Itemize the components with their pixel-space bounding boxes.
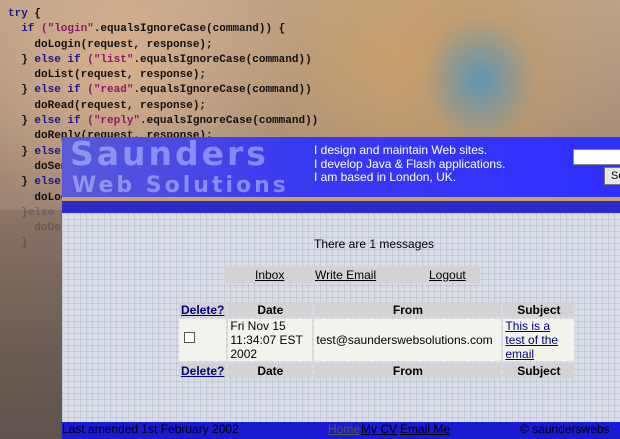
- tagline-line: I develop Java & Flash applications.: [314, 156, 506, 171]
- table-row: Fri Nov 15 11:34:07 EST 2002 test@saunde…: [179, 319, 575, 361]
- logo-subtitle: Web Solutions: [72, 173, 289, 198]
- date-line: Fri Nov 15: [230, 319, 286, 333]
- subject-cell: This is a test of the email: [503, 319, 575, 361]
- header-underbar: [62, 201, 620, 213]
- column-footer-subject: Subject: [503, 363, 575, 378]
- code-indent: }: [8, 53, 35, 66]
- from-cell: test@saunderswebsolutions.com: [314, 319, 502, 361]
- code-line: } else if ("reply".equalsIgnoreCase(comm…: [8, 114, 318, 129]
- nav-logout-link[interactable]: Logout: [429, 268, 466, 282]
- code-line: doLogin(request, response);: [8, 38, 318, 53]
- code-text: .equalsIgnoreCase(command)) {: [93, 23, 286, 36]
- code-text: doList(request, response);: [34, 69, 207, 82]
- tagline-line: I am based in London, UK.: [314, 170, 457, 184]
- last-amended: Last amended 1st February 2002: [62, 422, 239, 436]
- code-string: ("list": [80, 53, 134, 66]
- column-footer-from: From: [314, 363, 502, 378]
- code-text: .equalsIgnoreCase(command)): [133, 53, 312, 66]
- code-keyword: else if: [34, 84, 81, 97]
- date-line: 2002: [230, 347, 258, 361]
- site-footer: Last amended 1st February 2002 Home My C…: [62, 422, 620, 439]
- tagline-line: I design and maintain Web sites.: [314, 143, 488, 157]
- code-line: try {: [8, 7, 318, 22]
- copyright: © saunderswebs: [520, 422, 610, 436]
- mail-nav: Inbox Write Email Logout: [224, 266, 480, 283]
- table-footer-row: Delete? Date From Subject: [179, 363, 575, 378]
- footer-cv-link[interactable]: My CV: [361, 422, 397, 436]
- code-keyword: if: [21, 23, 35, 36]
- code-string: ("login": [34, 23, 94, 36]
- code-line: doList(request, response);: [8, 68, 318, 83]
- column-footer-delete[interactable]: Delete?: [179, 363, 227, 378]
- code-string: ("reply": [80, 115, 141, 128]
- delete-cell: [179, 319, 227, 361]
- tagline: I design and maintain Web sites. I devel…: [314, 143, 506, 185]
- code-indent: }: [8, 145, 35, 158]
- code-text: doRead(request, response);: [34, 99, 207, 112]
- column-header-delete[interactable]: Delete?: [179, 302, 227, 317]
- date-line: 11:34:07 EST: [230, 333, 303, 347]
- code-line: } else if ("read".equalsIgnoreCase(comma…: [8, 83, 318, 98]
- logo-title: Saunders: [70, 134, 269, 173]
- code-indent: }: [8, 176, 35, 189]
- code-text: {: [27, 8, 42, 20]
- column-footer-date: Date: [228, 363, 313, 378]
- subject-line: This is a: [505, 319, 551, 333]
- code-keyword: else if: [34, 53, 81, 66]
- delete-checkbox[interactable]: [184, 332, 195, 343]
- nav-inbox-link[interactable]: Inbox: [255, 268, 284, 282]
- code-keyword: else if: [34, 115, 81, 128]
- site-logo[interactable]: Saunders Web Solutions: [70, 137, 289, 202]
- code-string: ("read": [80, 84, 134, 97]
- code-line: } else if ("list".equalsIgnoreCase(comma…: [8, 53, 318, 68]
- column-header-from: From: [314, 302, 502, 317]
- subject-link[interactable]: This is a test of the email: [505, 319, 572, 361]
- column-header-subject: Subject: [503, 302, 575, 317]
- code-indent: }: [8, 115, 35, 128]
- subject-line: test of the: [505, 333, 559, 347]
- column-header-date: Date: [228, 302, 313, 317]
- footer-home-link[interactable]: Home: [328, 422, 360, 436]
- code-indent: }: [8, 237, 28, 250]
- code-keyword: try: [8, 8, 28, 20]
- code-line: doRead(request, response);: [8, 99, 318, 114]
- code-text: doLogin(request, response);: [34, 38, 213, 51]
- date-cell: Fri Nov 15 11:34:07 EST 2002: [228, 319, 313, 361]
- search-button[interactable]: Se: [604, 167, 620, 185]
- message-count: There are 1 messages: [314, 237, 435, 251]
- code-indent: }: [8, 206, 28, 219]
- message-table: Delete? Date From Subject Fri Nov 15 11:…: [177, 300, 576, 380]
- search-input[interactable]: [573, 149, 620, 165]
- subject-line: email: [505, 347, 535, 361]
- code-indent: }: [8, 84, 35, 97]
- code-text: .equalsIgnoreCase(command)): [133, 84, 312, 97]
- footer-email-link[interactable]: Email Me: [400, 422, 450, 436]
- table-header-row: Delete? Date From Subject: [179, 302, 575, 317]
- code-line: if ("login".equalsIgnoreCase(command)) {: [8, 22, 318, 37]
- nav-write-email-link[interactable]: Write Email: [315, 268, 376, 282]
- code-text: .equalsIgnoreCase(command)): [140, 115, 319, 128]
